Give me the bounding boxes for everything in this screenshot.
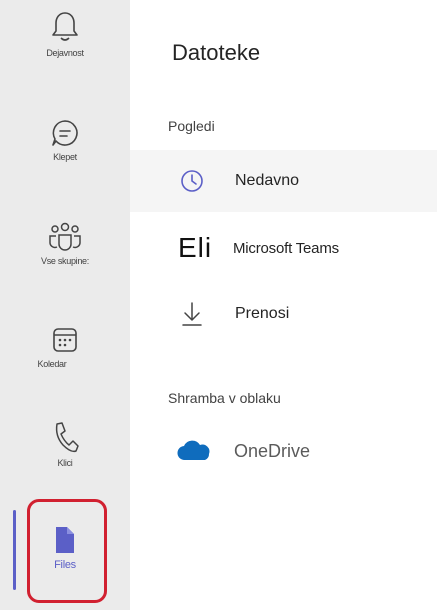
rail-item-calendar[interactable]: Koledar [0,325,130,369]
file-icon [56,527,74,553]
nav-label-microsoft-teams: Microsoft Teams [233,239,339,257]
nav-item-downloads[interactable]: Prenosi [130,283,437,345]
app-rail: Dejavnost Klepet Vse skupine: Koledar Kl… [0,0,130,610]
rail-item-activity[interactable]: Dejavnost [0,10,130,58]
rail-label-teams: Vse skupine: [41,256,89,266]
rail-label-calendar: Koledar [37,359,67,369]
nav-prefix-eli: Eli [178,232,213,263]
rail-label-calls: Klici [57,458,73,468]
nav-label-onedrive: OneDrive [234,440,311,461]
cloud-section-label: Shramba v oblaku [168,390,281,406]
rail-label-chat: Klepet [53,152,77,162]
teams-icon [49,222,81,251]
clock-icon [181,170,203,192]
nav-label-recent: Nedavno [235,172,300,189]
views-section-label: Pogledi [168,118,215,134]
page-title: Datoteke [172,40,261,65]
calendar-icon [53,328,77,352]
download-icon [182,302,202,326]
nav-item-microsoft-teams[interactable]: Eli Microsoft Teams [130,217,437,279]
rail-label-activity: Dejavnost [46,48,84,58]
nav-label-downloads: Prenosi [235,305,290,322]
rail-item-calls[interactable]: Klici [0,420,130,468]
rail-item-files[interactable]: Files [0,525,130,571]
onedrive-icon [177,440,210,461]
files-panel: Datoteke Pogledi Nedavno Eli Microsoft T… [130,0,437,610]
rail-item-chat[interactable]: Klepet [0,118,130,162]
nav-item-recent[interactable]: Nedavno [130,150,437,212]
rail-item-teams[interactable]: Vse skupine: [0,222,130,266]
rail-label-files: Files [54,559,76,571]
nav-item-onedrive[interactable]: OneDrive [130,420,437,482]
bell-icon [52,12,78,41]
chat-icon [52,120,78,146]
phone-icon [55,422,79,453]
